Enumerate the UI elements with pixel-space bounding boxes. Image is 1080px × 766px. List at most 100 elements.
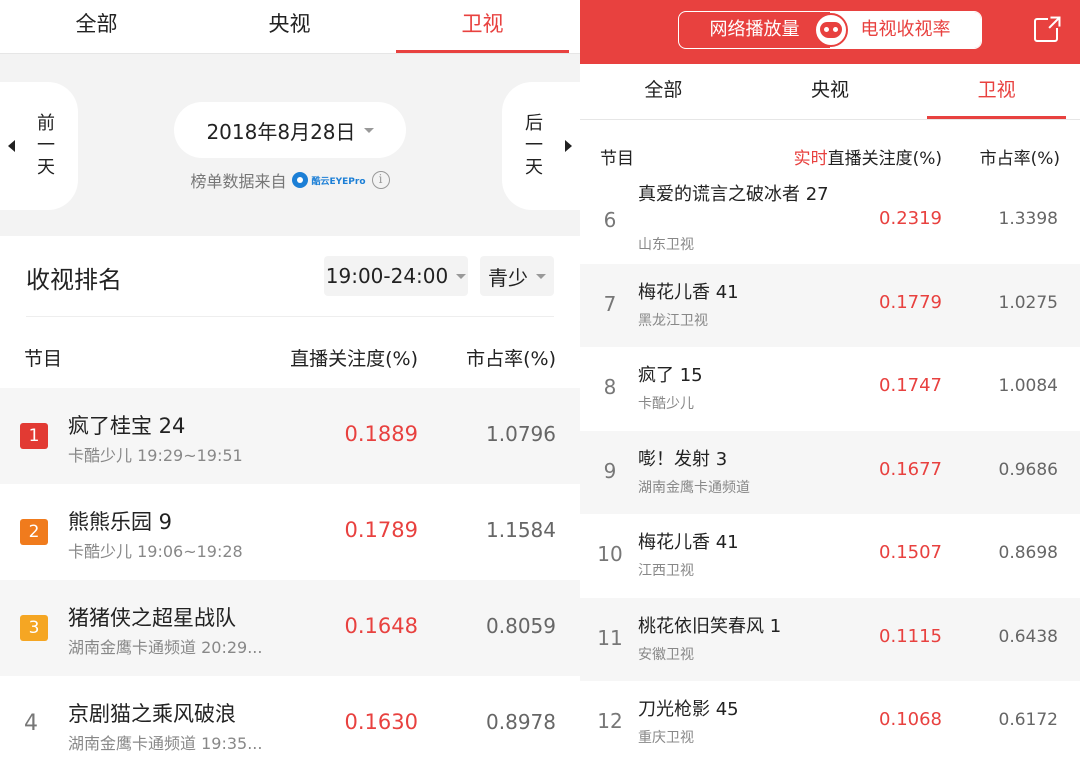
tab-all[interactable]: 全部 xyxy=(0,0,193,53)
rank-number: 4 xyxy=(24,711,38,736)
program-name: 真爱的谎言之破冰者 27 xyxy=(638,184,829,205)
toggle-web-plays[interactable]: 网络播放量 xyxy=(679,12,830,48)
column-program: 节目 xyxy=(600,149,634,169)
attention-label: 直播关注度(%) xyxy=(827,149,942,169)
chevron-right-icon xyxy=(565,140,572,152)
program-name: 刀光枪影 45 xyxy=(638,699,739,720)
program-channel: 卡酷少儿 xyxy=(638,396,694,412)
program-channel-time: 卡酷少儿 19:06~19:28 xyxy=(68,542,243,561)
rank-badge: 1 xyxy=(20,423,48,449)
column-share[interactable]: 市占率(%) xyxy=(980,144,1060,169)
attention-value: 0.1747 xyxy=(879,375,942,396)
program-channel: 江西卫视 xyxy=(638,563,694,579)
program-channel-time: 卡酷少儿 19:29~19:51 xyxy=(68,446,243,465)
date-dropdown[interactable]: 2018年8月28日 xyxy=(174,102,406,158)
info-icon[interactable]: i xyxy=(371,171,390,189)
table-row[interactable]: 1 疯了桂宝 24 卡酷少儿 19:29~19:51 0.1889 1.0796 xyxy=(0,388,580,484)
column-share[interactable]: 市占率(%) xyxy=(466,344,556,371)
program-name: 嘭！发射 3 xyxy=(638,448,728,470)
column-attention[interactable]: 实时直播关注度(%) xyxy=(794,144,942,169)
rank-number: 8 xyxy=(603,375,617,399)
program-channel: 黑龙江卫视 xyxy=(638,312,708,329)
table-row[interactable]: 2 熊熊乐园 9 卡酷少儿 19:06~19:28 0.1789 1.1584 xyxy=(0,484,580,580)
attention-value: 0.1789 xyxy=(344,518,418,542)
caret-down-icon xyxy=(456,273,467,279)
table-row[interactable]: 8 疯了 15 卡酷少儿 0.1747 1.0084 xyxy=(580,347,1080,430)
share-value: 0.6438 xyxy=(998,626,1058,647)
share-value: 1.0796 xyxy=(486,422,556,446)
table-row[interactable]: 6 真爱的谎言之破冰者 27 山东卫视 0.2319 1.3398 xyxy=(580,180,1080,263)
table-row[interactable]: 4 京剧猫之乘风破浪 湖南金鹰卡通频道 19:35... 0.1630 0.89… xyxy=(0,676,580,766)
table-row[interactable]: 10 梅花儿香 41 江西卫视 0.1507 0.8698 xyxy=(580,514,1080,597)
rank-number: 6 xyxy=(603,208,617,232)
attention-value: 0.1779 xyxy=(879,291,942,313)
realtime-label: 实时 xyxy=(793,149,828,169)
program-name: 疯了桂宝 24 xyxy=(68,414,186,438)
audience-filter-value: 青少 xyxy=(488,265,528,290)
chevron-left-icon xyxy=(8,140,15,152)
program-channel-time: 湖南金鹰卡通频道 19:35... xyxy=(68,734,263,753)
caret-down-icon xyxy=(363,127,374,133)
date-navigator: 前一天 2018年8月28日 榜单数据来自 酷云EYEPro i 后一天 xyxy=(0,66,580,222)
program-name: 熊熊乐园 9 xyxy=(68,510,173,534)
attention-value: 0.1507 xyxy=(879,542,942,563)
top-bar: 网络播放量 电视收视率 xyxy=(580,0,1080,64)
program-channel: 重庆卫视 xyxy=(638,730,694,746)
program-channel: 湖南金鹰卡通频道 xyxy=(638,479,750,496)
share-value: 0.6172 xyxy=(998,710,1058,730)
time-filter-dropdown[interactable]: 19:00-24:00 xyxy=(324,256,468,296)
tab-satellite[interactable]: 卫视 xyxy=(386,0,579,53)
time-filter-value: 19:00-24:00 xyxy=(325,264,449,288)
column-attention[interactable]: 直播关注度(%) xyxy=(290,344,418,371)
ranking-section: 收视排名 19:00-24:00 青少 节目 直播关注度(%) 市占率(%) 1… xyxy=(0,236,580,766)
table-row[interactable]: 12 刀光枪影 45 重庆卫视 0.1068 0.6172 xyxy=(580,681,1080,764)
rank-number: 12 xyxy=(597,709,623,733)
caret-down-icon xyxy=(536,273,546,279)
table-row[interactable]: 3 猪猪侠之超星战队 湖南金鹰卡通频道 20:29... 0.1648 0.80… xyxy=(0,580,580,676)
program-name: 疯了 15 xyxy=(638,365,703,386)
attention-value: 0.1889 xyxy=(344,422,418,446)
share-icon[interactable] xyxy=(1034,16,1060,42)
rank-number: 10 xyxy=(597,542,623,566)
share-value: 1.3398 xyxy=(998,209,1058,229)
eye-icon xyxy=(292,172,309,188)
table-row[interactable]: 7 梅花儿香 41 黑龙江卫视 0.1779 1.0275 xyxy=(580,263,1080,347)
ranking-title: 收视排名 xyxy=(26,266,122,294)
share-value: 0.8978 xyxy=(486,710,556,734)
toggle-tv-ratings[interactable]: 电视收视率 xyxy=(830,12,981,48)
program-name: 京剧猫之乘风破浪 xyxy=(68,702,236,726)
share-value: 0.8059 xyxy=(486,614,556,638)
share-value: 1.0084 xyxy=(998,376,1058,396)
table-header: 节目 实时直播关注度(%) 市占率(%) xyxy=(580,120,1080,182)
program-name: 梅花儿香 41 xyxy=(638,532,739,553)
tab-satellite[interactable]: 卫视 xyxy=(913,64,1080,119)
rank-number: 11 xyxy=(597,625,623,650)
program-channel: 山东卫视 xyxy=(638,237,694,253)
share-value: 1.0275 xyxy=(998,292,1058,313)
source-label: 榜单数据来自 xyxy=(190,172,287,191)
right-tab-bar: 全部 央视 卫视 xyxy=(580,64,1080,120)
share-value: 1.1584 xyxy=(486,518,556,542)
date-value: 2018年8月28日 xyxy=(206,119,356,144)
program-channel-time: 湖南金鹰卡通频道 20:29... xyxy=(68,638,263,657)
tab-cctv[interactable]: 央视 xyxy=(747,64,914,119)
left-panel: 全部 央视 卫视 前一天 2018年8月28日 榜单数据来自 酷云EYEPro … xyxy=(0,0,580,766)
share-value: 0.8698 xyxy=(998,543,1058,563)
table-row[interactable]: 9 嘭！发射 3 湖南金鹰卡通频道 0.1677 0.9686 xyxy=(580,430,1080,514)
share-value: 0.9686 xyxy=(998,459,1058,480)
tab-all[interactable]: 全部 xyxy=(580,64,747,119)
table-row[interactable]: 11 桃花依旧笑春风 1 安徽卫视 0.1115 0.6438 xyxy=(580,597,1080,681)
tab-cctv[interactable]: 央视 xyxy=(193,0,386,53)
attention-value: 0.1630 xyxy=(344,710,418,734)
left-tab-bar: 全部 央视 卫视 xyxy=(0,0,580,54)
data-source: 榜单数据来自 酷云EYEPro i xyxy=(0,168,580,192)
next-day-button[interactable]: 后一天 xyxy=(502,82,580,210)
next-day-label: 后一天 xyxy=(525,113,543,178)
attention-value: 0.1115 xyxy=(879,625,942,647)
program-channel: 安徽卫视 xyxy=(638,646,694,663)
audience-filter-dropdown[interactable]: 青少 xyxy=(480,256,554,296)
kuyun-eye-logo: 酷云EYEPro xyxy=(292,172,366,188)
right-panel: 网络播放量 电视收视率 全部 央视 卫视 节目 实时直播关注度(%) 市占率(%… xyxy=(580,0,1080,766)
attention-value: 0.1068 xyxy=(879,709,942,730)
attention-value: 0.2319 xyxy=(879,208,942,229)
